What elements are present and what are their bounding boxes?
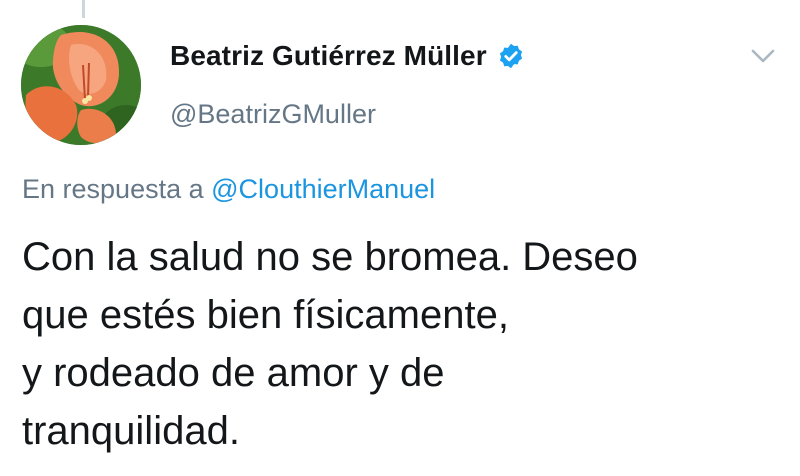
verified-badge-icon [497,42,525,70]
tweet-text-line: que estés bien físicamente, [22,293,509,337]
thread-connector-line [82,0,85,18]
flower-avatar-icon [21,25,141,145]
chevron-down-icon[interactable] [748,44,778,68]
user-handle[interactable]: @BeatrizGMuller [170,99,376,130]
reply-prefix: En respuesta a [22,174,204,204]
avatar[interactable] [21,25,141,145]
tweet-text-line: Con la salud no se bromea. Deseo [22,235,638,279]
tweet-text: Con la salud no se bromea. Deseo que est… [22,228,792,460]
tweet-header: Beatriz Gutiérrez Müller [170,40,525,72]
display-name[interactable]: Beatriz Gutiérrez Müller [170,40,487,72]
reply-mention-link[interactable]: @ClouthierManuel [211,174,435,204]
tweet-text-line: y rodeado de amor y de [22,351,445,395]
reply-context: En respuesta a @ClouthierManuel [22,174,435,205]
tweet-text-line: tranquilidad. [22,409,240,453]
